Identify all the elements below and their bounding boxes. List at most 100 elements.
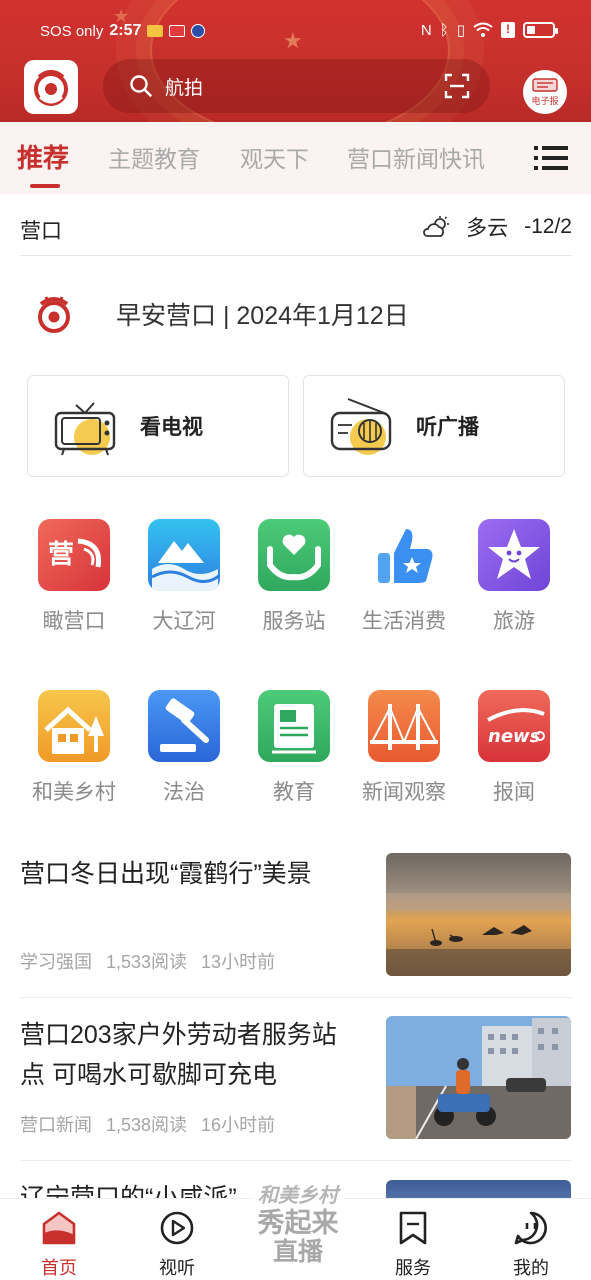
watch-tv-card[interactable]: 看电视 bbox=[27, 375, 289, 477]
search-icon bbox=[130, 75, 152, 97]
grid-label: 生活消费 bbox=[362, 610, 446, 633]
nav-audiovisual-label: 视听 bbox=[159, 1258, 195, 1278]
news-source: 营口新闻 bbox=[20, 1115, 92, 1135]
news-meta: 学习强国 1,533阅读 13小时前 bbox=[20, 948, 275, 974]
service-station-icon bbox=[258, 519, 330, 591]
news-meta: 营口新闻 1,538阅读 16小时前 bbox=[20, 1111, 275, 1137]
watch-tv-label: 看电视 bbox=[140, 416, 203, 439]
vibrate-icon: ▯ bbox=[456, 22, 465, 39]
play-icon bbox=[160, 1211, 194, 1245]
news-source: 学习强国 bbox=[20, 952, 92, 972]
star-face-icon bbox=[478, 519, 550, 591]
newspaper-icon bbox=[532, 77, 558, 92]
news-reads: 1,533阅读 bbox=[106, 952, 188, 972]
active-tab-indicator bbox=[30, 184, 60, 188]
grid-label: 大辽河 bbox=[152, 610, 216, 633]
listen-radio-card[interactable]: 听广播 bbox=[303, 375, 565, 477]
news-time: 13小时前 bbox=[201, 952, 276, 972]
bookmark-icon bbox=[399, 1211, 427, 1245]
news-time: 16小时前 bbox=[201, 1115, 276, 1135]
notification-icon bbox=[169, 25, 186, 37]
book-icon bbox=[258, 690, 330, 762]
tab-yingkou-news[interactable]: 营口新闻快讯 bbox=[347, 140, 485, 174]
grid-item-news-observation[interactable]: 新闻观察 bbox=[354, 690, 454, 806]
gavel-icon bbox=[148, 690, 220, 762]
e-newspaper-label: 电子报 bbox=[531, 95, 559, 106]
nav-services[interactable]: 服务 bbox=[373, 1209, 453, 1280]
yingkou-icon: 营 bbox=[38, 519, 110, 591]
news-item[interactable]: 营口203家户外劳动者服务站点 可喝水可歇脚可充电 营口新闻 1,538阅读 1… bbox=[20, 1015, 572, 1161]
news-thumbnail bbox=[386, 1016, 571, 1139]
alert-icon: ! bbox=[501, 22, 515, 38]
grid-label: 教育 bbox=[273, 781, 315, 804]
scan-icon[interactable] bbox=[444, 73, 470, 99]
news-item[interactable]: 营口冬日出现“霞鹤行”美景 学习强国 1,533阅读 13小时前 bbox=[20, 852, 572, 998]
grid-item-yingkou[interactable]: 营 瞰营口 bbox=[24, 519, 124, 635]
cloudy-icon bbox=[423, 216, 450, 237]
grid-item-tourism[interactable]: 旅游 bbox=[464, 519, 564, 635]
live-line1: 和美乡村 bbox=[258, 1185, 338, 1207]
bridge-icon bbox=[368, 690, 440, 762]
grid-label: 和美乡村 bbox=[32, 781, 116, 804]
wifi-icon bbox=[473, 22, 493, 37]
greeting-text: 早安营口 | 2024年1月12日 bbox=[116, 302, 409, 330]
grid-label: 法治 bbox=[163, 781, 205, 804]
river-icon bbox=[148, 519, 220, 591]
svg-text:营: 营 bbox=[48, 540, 74, 570]
grid-item-education[interactable]: 教育 bbox=[244, 690, 344, 806]
notification-icon bbox=[191, 24, 206, 38]
e-newspaper-button[interactable]: 电子报 bbox=[523, 70, 567, 114]
home-icon bbox=[42, 1211, 76, 1245]
greeting-banner: 早安营口 | 2024年1月12日 bbox=[34, 288, 574, 340]
live-line3: 直播 bbox=[272, 1238, 323, 1266]
temperature-range: -12/2 bbox=[524, 215, 572, 238]
status-bar: SOS only 2:57 N ᛒ ▯ ! bbox=[0, 18, 591, 50]
grid-item-consumption[interactable]: 生活消费 bbox=[354, 519, 454, 635]
grid-label: 旅游 bbox=[493, 610, 535, 633]
news-title: 营口203家户外劳动者服务站点 可喝水可歇脚可充电 bbox=[20, 1021, 337, 1089]
village-live-button[interactable]: 和美乡村 秀起来 直播 bbox=[244, 1172, 352, 1280]
app-header: ★ ★ SOS only 2:57 N ᛒ ▯ ! 航拍 电子报 bbox=[0, 0, 591, 122]
clock: 2:57 bbox=[109, 22, 142, 39]
grid-label: 报闻 bbox=[493, 781, 535, 804]
tab-recommend[interactable]: 推荐 bbox=[17, 138, 69, 175]
news-thumbnail bbox=[386, 853, 571, 976]
weather-bar: 营口 多云 -12/2 bbox=[20, 198, 572, 256]
news-reads: 1,538阅读 bbox=[106, 1115, 188, 1135]
channel-menu-icon[interactable] bbox=[534, 144, 568, 172]
tab-world[interactable]: 观天下 bbox=[240, 140, 309, 174]
village-icon bbox=[38, 690, 110, 762]
battery-icon bbox=[523, 22, 558, 38]
grid-label: 瞰营口 bbox=[42, 610, 106, 633]
nav-profile[interactable]: 我的 bbox=[491, 1209, 571, 1280]
logo-icon bbox=[38, 296, 70, 333]
news-icon: news bbox=[478, 690, 550, 762]
search-bar[interactable]: 航拍 bbox=[103, 59, 490, 113]
carrier-text: SOS only bbox=[40, 22, 104, 40]
thumbs-up-icon bbox=[368, 519, 440, 591]
grid-item-law[interactable]: 法治 bbox=[134, 690, 234, 806]
grid-label: 新闻观察 bbox=[362, 781, 446, 804]
app-logo[interactable] bbox=[24, 60, 78, 114]
live-line2: 秀起来 bbox=[257, 1208, 339, 1238]
nfc-icon: N bbox=[420, 21, 432, 39]
search-placeholder: 航拍 bbox=[165, 77, 204, 99]
nav-home-label: 首页 bbox=[41, 1258, 77, 1278]
bluetooth-icon: ᛒ bbox=[439, 21, 449, 39]
tab-theme-education[interactable]: 主题教育 bbox=[108, 140, 200, 174]
grid-item-village[interactable]: 和美乡村 bbox=[24, 690, 124, 806]
tv-icon bbox=[52, 393, 118, 459]
grid-item-liao-river[interactable]: 大辽河 bbox=[134, 519, 234, 635]
nav-services-label: 服务 bbox=[395, 1258, 431, 1278]
nav-audiovisual[interactable]: 视听 bbox=[137, 1209, 217, 1280]
grid-label: 服务站 bbox=[262, 610, 326, 633]
weather-condition: 多云 bbox=[466, 217, 509, 240]
profile-icon bbox=[514, 1211, 547, 1245]
grid-item-service-station[interactable]: 服务站 bbox=[244, 519, 344, 635]
channel-tabs: 推荐 主题教育 观天下 营口新闻快讯 bbox=[0, 122, 591, 194]
logo-icon bbox=[34, 70, 68, 106]
grid-item-news-report[interactable]: news 报闻 bbox=[464, 690, 564, 806]
news-title: 营口冬日出现“霞鹤行”美景 bbox=[20, 860, 312, 888]
nav-home[interactable]: 首页 bbox=[19, 1209, 99, 1280]
city-name[interactable]: 营口 bbox=[20, 215, 62, 245]
